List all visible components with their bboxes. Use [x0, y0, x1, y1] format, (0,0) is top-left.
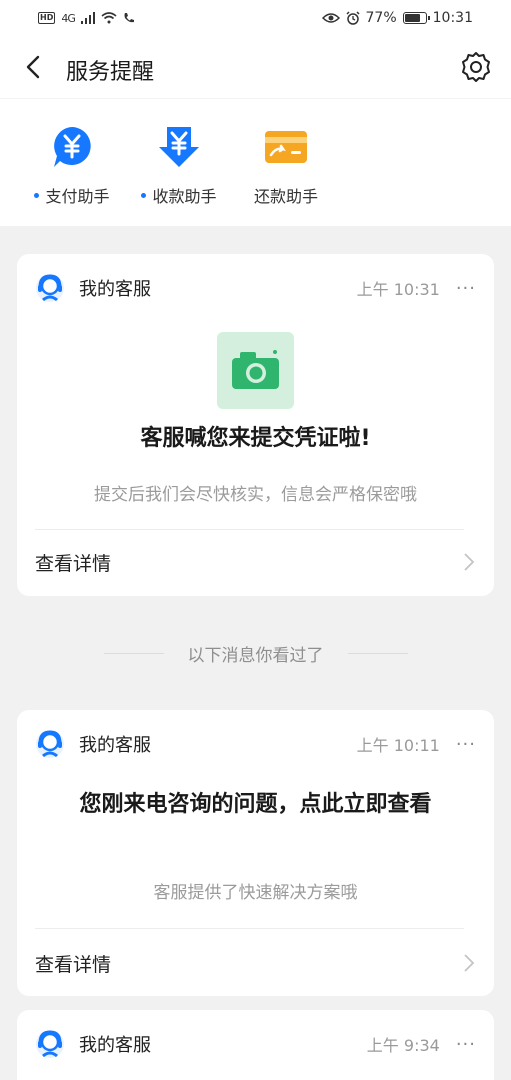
divider-line: [103, 652, 164, 654]
sender-name: 我的客服: [79, 735, 151, 756]
helper-label: 还款助手: [236, 183, 336, 207]
camera-icon: [217, 332, 294, 409]
more-options-icon[interactable]: ···: [456, 278, 476, 299]
helper-row: 支付助手 收款助手 还款助手: [0, 98, 511, 226]
header: 服务提醒: [0, 36, 511, 98]
view-details-button[interactable]: 查看详情: [35, 542, 476, 582]
helper-repay[interactable]: 还款助手: [236, 123, 336, 207]
message-time: 上午 9:34: [366, 1036, 440, 1055]
view-details-button[interactable]: 查看详情: [35, 943, 476, 983]
helper-label: 支付助手: [22, 183, 122, 207]
sender-name: 我的客服: [79, 1035, 151, 1056]
chevron-right-icon: [464, 954, 475, 972]
message-time: 上午 10:31: [356, 280, 440, 299]
receive-yuan-icon: [159, 127, 199, 167]
view-details-label: 查看详情: [35, 552, 112, 575]
page-title: 服务提醒: [66, 60, 155, 85]
message-card[interactable]: 我的客服 上午 10:31 ··· 客服喊您来提交凭证啦! 提交后我们会尽快核实…: [17, 254, 494, 596]
status-bar: HD 4G 77% 10:31: [0, 0, 511, 36]
divider-line: [347, 652, 408, 654]
message-subtitle: 提交后我们会尽快核实，信息会严格保密哦: [94, 485, 417, 505]
chevron-right-icon: [464, 553, 475, 571]
status-right: 77% 10:31: [321, 10, 473, 26]
helper-label-text: 收款助手: [152, 187, 217, 206]
repay-card-icon: [265, 131, 307, 163]
back-icon[interactable]: [20, 52, 48, 82]
status-time: 10:31: [432, 10, 473, 26]
status-left: HD 4G: [38, 12, 135, 25]
view-details-label: 查看详情: [35, 953, 112, 976]
sender-name: 我的客服: [79, 279, 151, 300]
card-header: 我的客服 上午 10:31 ···: [35, 272, 476, 304]
message-card[interactable]: 我的客服 上午 9:34 ···: [17, 1010, 494, 1080]
message-card[interactable]: 我的客服 上午 10:11 ··· 您刚来电咨询的问题，点此立即查看 客服提供了…: [17, 710, 494, 996]
signal-icon: [80, 12, 95, 24]
customer-service-avatar-icon: [36, 274, 64, 302]
more-options-icon[interactable]: ···: [456, 734, 476, 755]
message-time: 上午 10:11: [356, 736, 440, 755]
card-divider: [35, 529, 464, 530]
more-options-icon[interactable]: ···: [456, 1034, 476, 1055]
helper-receive[interactable]: 收款助手: [129, 123, 229, 207]
message-title: 客服喊您来提交凭证啦!: [140, 426, 371, 451]
card-header: 我的客服 上午 10:11 ···: [35, 728, 476, 760]
card-header: 我的客服 上午 9:34 ···: [35, 1028, 476, 1060]
customer-service-avatar-icon: [36, 730, 64, 758]
hd-badge: HD: [38, 12, 56, 24]
wifi-icon: [101, 12, 117, 24]
battery-icon: [402, 12, 430, 24]
seen-divider-text: 以下消息你看过了: [187, 645, 324, 666]
call-icon: [124, 13, 134, 23]
message-subtitle: 客服提供了快速解决方案哦: [153, 883, 358, 903]
seen-divider: 以下消息你看过了: [0, 638, 511, 668]
helper-label: 收款助手: [129, 183, 229, 207]
card-divider: [35, 928, 464, 929]
battery-percent: 77%: [365, 10, 397, 26]
network-label: 4G: [61, 11, 75, 25]
helper-label-text: 支付助手: [45, 187, 110, 206]
unread-dot: [34, 192, 40, 198]
helper-payment[interactable]: 支付助手: [22, 123, 122, 207]
eye-icon: [321, 13, 340, 23]
message-title: 您刚来电咨询的问题，点此立即查看: [79, 792, 432, 817]
customer-service-avatar-icon: [36, 1030, 64, 1058]
payment-yuan-icon: [54, 127, 91, 167]
alarm-icon: [345, 11, 360, 25]
helper-label-text: 还款助手: [253, 187, 318, 206]
unread-dot: [141, 192, 147, 198]
gear-icon[interactable]: [459, 50, 493, 84]
